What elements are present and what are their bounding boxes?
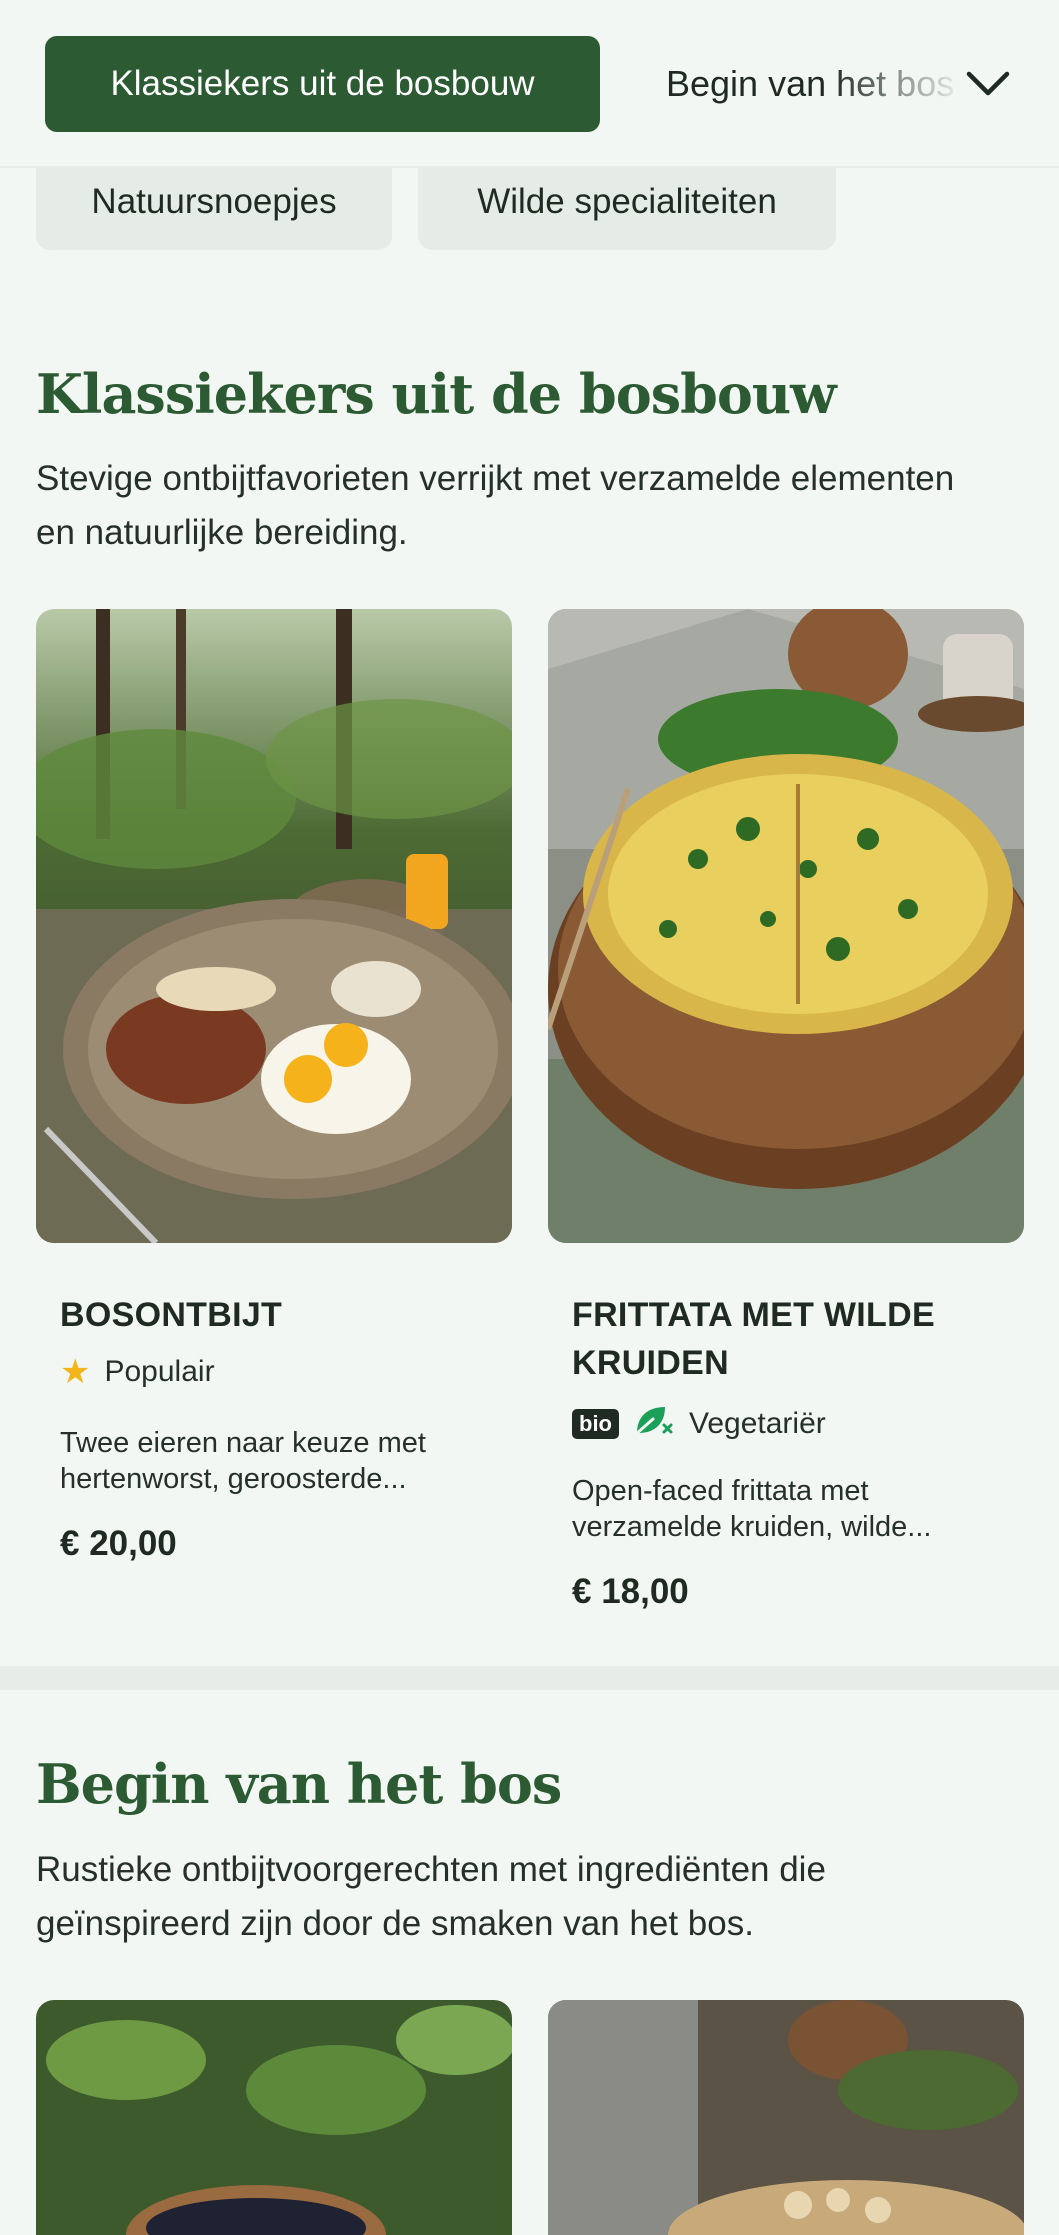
dish-image[interactable] — [548, 2000, 1024, 2235]
star-icon: ★ — [60, 1353, 91, 1391]
dish-price: € 18,00 — [572, 1572, 689, 1611]
dish-name: FRITTATA MET WILDE KRUIDEN — [572, 1296, 935, 1382]
dish-badge-row: ★ Populair — [60, 1355, 215, 1389]
leaf-icon — [633, 1403, 675, 1445]
category-nav: Klassiekers uit de bosbouw Begin van het… — [0, 0, 1059, 168]
chevron-down-icon[interactable] — [962, 58, 1014, 110]
section-title: Klassiekers uit de bosbouw — [36, 362, 837, 426]
bio-badge: bio — [572, 1409, 619, 1439]
category-tab-next[interactable]: Begin van het bos — [666, 36, 966, 132]
badge-label: Populair — [104, 1355, 215, 1388]
section-title: Begin van het bos — [36, 1752, 562, 1816]
category-tab-active[interactable]: Klassiekers uit de bosbouw — [45, 36, 600, 132]
dish-description: Twee eieren naar keuze met hertenworst, … — [60, 1427, 426, 1495]
dish-price: € 20,00 — [60, 1524, 177, 1563]
section-description: Stevige ontbijtfavorieten verrijkt met v… — [36, 459, 955, 552]
badge-label: Vegetariër — [689, 1407, 826, 1440]
dish-description: Open-faced frittata met verzamelde kruid… — [572, 1475, 932, 1543]
dish-badge-row: bio Vegetariër — [572, 1403, 826, 1445]
dish-image[interactable] — [36, 2000, 512, 2235]
dish-image-frittata[interactable] — [548, 609, 1024, 1243]
section-divider — [0, 1666, 1059, 1690]
dish-name: BOSONTBIJT — [60, 1296, 283, 1334]
section-description: Rustieke ontbijtvoorgerechten met ingred… — [36, 1850, 826, 1943]
dish-image-bosontbijt[interactable] — [36, 609, 512, 1243]
